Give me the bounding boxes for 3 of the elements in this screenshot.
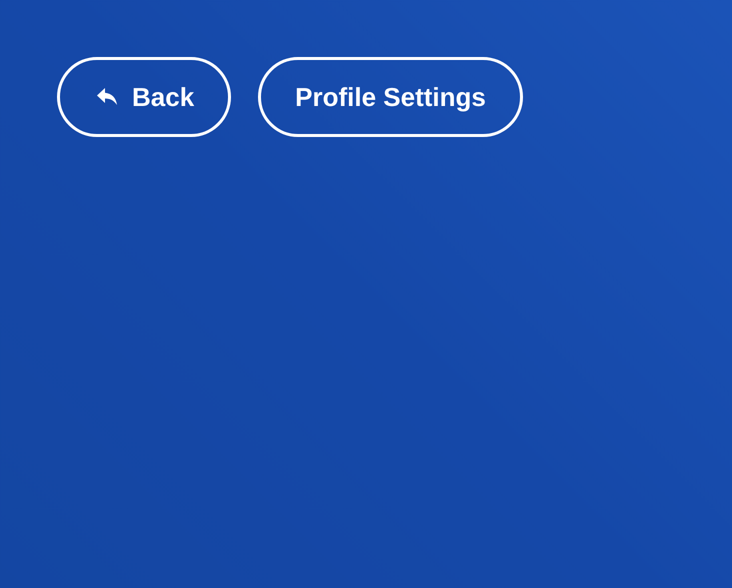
profile-settings-button[interactable]: Profile Settings [258, 57, 523, 137]
reply-arrow-icon [96, 87, 118, 107]
back-button[interactable]: Back [57, 57, 232, 137]
